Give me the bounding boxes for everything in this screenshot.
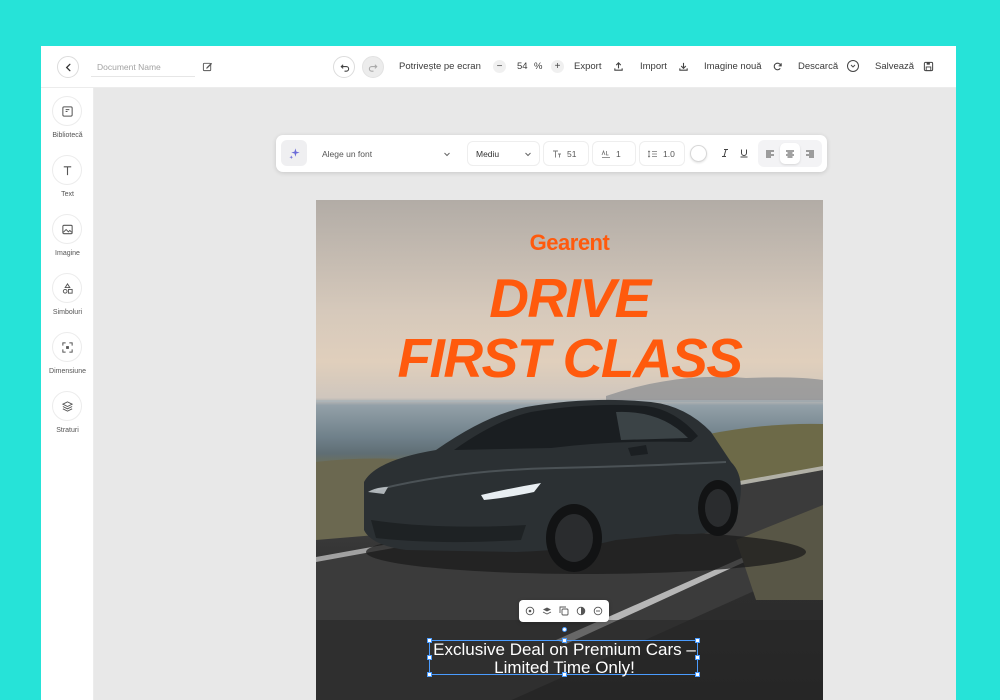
left-sidebar: Bibliotecă Text Imagine Simboluri Dimens… [41, 88, 94, 700]
sidebar-item-layers[interactable]: Straturi [41, 391, 94, 445]
align-center-button[interactable] [780, 143, 800, 164]
align-center-icon [786, 150, 794, 157]
headline-line-2: FIRST CLASS [397, 327, 743, 389]
text-format-toolbar: Alege un font Mediu 51 1 1.0 [276, 135, 827, 172]
dimension-icon [52, 332, 82, 362]
letter-spacing-icon [601, 149, 611, 159]
save-button[interactable]: Salvează [875, 61, 914, 73]
chevron-down-icon[interactable] [847, 60, 859, 72]
ai-sparkle-button[interactable] [281, 140, 307, 166]
resize-handle[interactable] [562, 638, 567, 643]
element-quick-toolbar [519, 600, 609, 622]
resize-handle[interactable] [695, 655, 700, 660]
sidebar-item-library[interactable]: Bibliotecă [41, 96, 94, 150]
text-align-group [758, 140, 822, 167]
letter-spacing-value: 1 [616, 148, 621, 159]
resize-handle[interactable] [562, 672, 567, 677]
import-icon[interactable] [677, 60, 689, 72]
font-size-icon [552, 149, 562, 159]
font-weight-value: Mediu [476, 148, 500, 159]
save-icon[interactable] [922, 60, 934, 72]
line-height-icon [648, 149, 658, 159]
undo-icon [340, 63, 349, 72]
chevron-left-icon [65, 63, 71, 71]
brand-logo-text[interactable]: Gearent [316, 230, 823, 256]
italic-button[interactable] [718, 146, 732, 160]
image-icon [52, 214, 82, 244]
line-height-value: 1.0 [663, 148, 675, 159]
sidebar-item-label: Dimensiune [49, 368, 86, 375]
resize-handle[interactable] [695, 672, 700, 677]
edit-icon[interactable] [202, 61, 213, 72]
sidebar-item-label: Bibliotecă [52, 132, 83, 139]
line-height-input[interactable]: 1.0 [639, 141, 685, 166]
align-left-button[interactable] [760, 143, 780, 164]
zoom-out-button[interactable]: − [493, 60, 506, 73]
sidebar-item-symbols[interactable]: Simboluri [41, 273, 94, 327]
design-poster[interactable]: Gearent DRIVE FIRST CLASS Exclusive Deal… [316, 200, 823, 700]
sidebar-item-image[interactable]: Imagine [41, 214, 94, 268]
redo-button[interactable] [362, 56, 384, 78]
sidebar-item-text[interactable]: Text [41, 155, 94, 209]
underline-icon [740, 149, 748, 158]
sidebar-item-label: Simboluri [52, 309, 83, 316]
sparkle-icon [288, 147, 300, 159]
align-left-icon [766, 150, 774, 157]
back-button[interactable] [57, 56, 79, 78]
canvas-area[interactable]: Alege un font Mediu 51 1 1.0 Gearent DRI… [94, 88, 956, 700]
new-image-button[interactable]: Imagine nouă [704, 61, 762, 73]
undo-button[interactable] [333, 56, 355, 78]
export-button[interactable]: Export [574, 61, 601, 73]
fit-screen-button[interactable]: Potrivește pe ecran [399, 61, 481, 73]
sidebar-item-label: Text [61, 191, 74, 198]
opacity-icon[interactable] [575, 605, 587, 617]
chevron-down-icon [525, 152, 531, 157]
sidebar-item-dimension[interactable]: Dimensiune [41, 332, 94, 386]
resize-handle[interactable] [695, 638, 700, 643]
selected-text-box[interactable]: Exclusive Deal on Premium Cars – Limited… [427, 627, 700, 677]
resize-handle[interactable] [427, 672, 432, 677]
chevron-down-icon [444, 152, 450, 157]
layers-icon[interactable] [541, 605, 553, 617]
layers-icon [52, 391, 82, 421]
rotate-handle[interactable] [562, 627, 567, 632]
caption-line-1: Exclusive Deal on Premium Cars – [433, 640, 696, 659]
duplicate-icon[interactable] [558, 605, 570, 617]
letter-spacing-input[interactable]: 1 [592, 141, 636, 166]
align-right-button[interactable] [800, 143, 820, 164]
underline-button[interactable] [737, 146, 751, 160]
italic-icon [722, 149, 728, 157]
redo-icon [368, 63, 377, 72]
font-size-value: 51 [567, 148, 577, 159]
headline-text[interactable]: DRIVE FIRST CLASS [316, 268, 823, 388]
library-icon [52, 96, 82, 126]
font-select[interactable]: Alege un font [313, 141, 459, 166]
remove-icon[interactable] [592, 605, 604, 617]
download-button[interactable]: Descarcă [798, 61, 838, 73]
zoom-unit: % [534, 61, 543, 72]
settings-circle-icon[interactable] [524, 605, 536, 617]
editor-window: Document Name Potrivește pe ecran − 54 %… [41, 46, 956, 700]
text-icon [52, 155, 82, 185]
symbols-icon [52, 273, 82, 303]
resize-handle[interactable] [427, 655, 432, 660]
top-toolbar: Document Name Potrivește pe ecran − 54 %… [41, 46, 956, 88]
resize-handle[interactable] [427, 638, 432, 643]
document-name-input[interactable]: Document Name [91, 57, 195, 77]
align-right-icon [806, 150, 814, 157]
text-color-swatch[interactable] [690, 145, 707, 162]
sidebar-item-label: Imagine [55, 250, 80, 257]
headline-line-1: DRIVE [489, 267, 651, 329]
import-button[interactable]: Import [640, 61, 667, 73]
font-size-input[interactable]: 51 [543, 141, 589, 166]
refresh-icon[interactable] [771, 60, 783, 72]
zoom-value: 54 [517, 61, 528, 72]
export-icon[interactable] [612, 60, 624, 72]
zoom-in-button[interactable]: + [551, 60, 564, 73]
font-select-value: Alege un font [322, 148, 373, 159]
sidebar-item-label: Straturi [56, 427, 79, 434]
font-weight-select[interactable]: Mediu [467, 141, 540, 166]
